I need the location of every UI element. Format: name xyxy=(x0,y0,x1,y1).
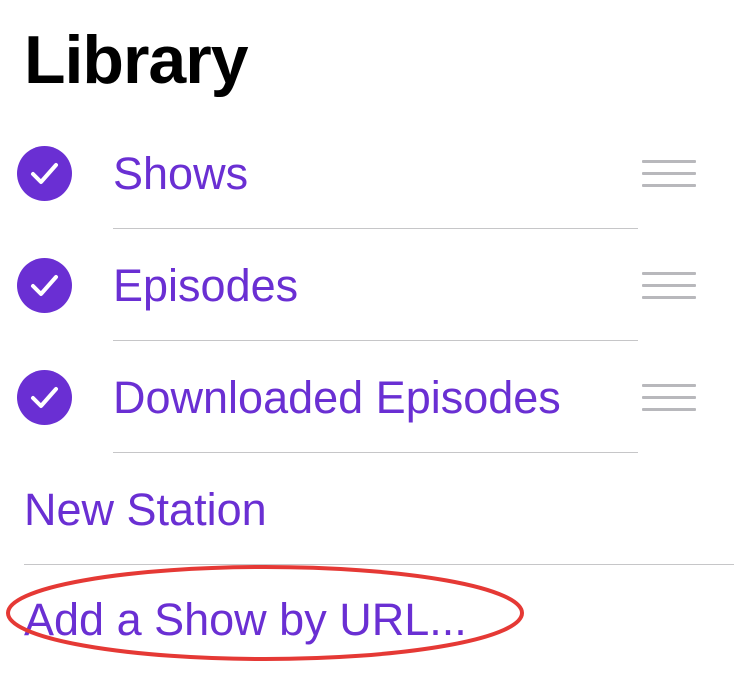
library-item-downloaded-episodes[interactable]: Downloaded Episodes xyxy=(0,342,734,454)
library-item-episodes[interactable]: Episodes xyxy=(0,230,734,342)
reorder-grip-icon[interactable] xyxy=(642,272,696,300)
row-divider xyxy=(113,340,638,341)
library-item-label: Episodes xyxy=(113,260,299,311)
row-divider xyxy=(113,452,638,453)
library-item-shows[interactable]: Shows xyxy=(0,118,734,230)
checkmark-circle-icon[interactable] xyxy=(17,146,72,201)
new-station-button[interactable]: New Station xyxy=(24,484,267,536)
row-divider xyxy=(113,228,638,229)
library-item-label: Downloaded Episodes xyxy=(113,372,561,423)
library-title: Library xyxy=(24,22,249,98)
library-item-label: Shows xyxy=(113,148,249,199)
reorder-grip-icon[interactable] xyxy=(642,384,696,412)
reorder-grip-icon[interactable] xyxy=(642,160,696,188)
checkmark-circle-icon[interactable] xyxy=(17,258,72,313)
checkmark-circle-icon[interactable] xyxy=(17,370,72,425)
highlight-ring xyxy=(6,565,524,661)
